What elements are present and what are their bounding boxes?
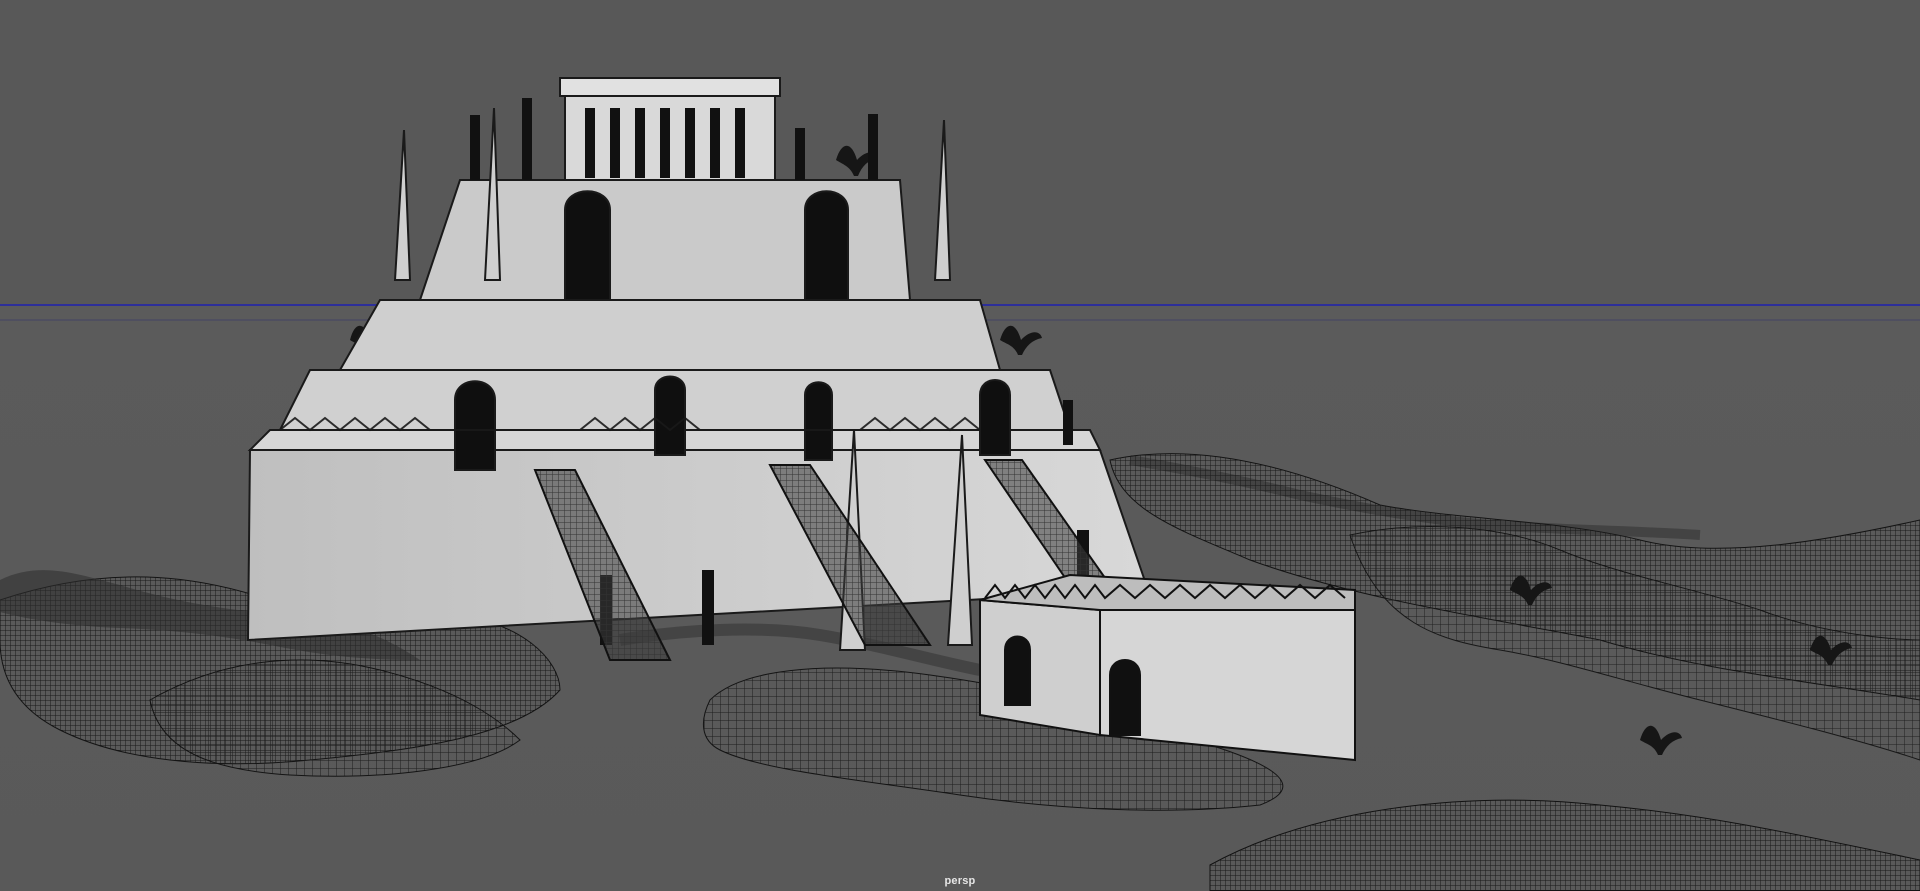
column	[522, 98, 532, 180]
camera-name-label: persp	[944, 875, 976, 887]
column	[795, 128, 805, 180]
palm-tree-icon	[1640, 725, 1682, 755]
scene-render[interactable]	[0, 0, 1920, 891]
palm-tree-icon	[1000, 325, 1042, 355]
gatehouse-arch	[1109, 659, 1141, 736]
obelisk-right	[933, 119, 952, 281]
gatehouse-left-wall[interactable]	[979, 598, 1101, 737]
arch	[654, 375, 686, 456]
column	[702, 570, 714, 645]
arch	[804, 190, 849, 301]
column	[470, 115, 480, 180]
summit-cornice	[559, 77, 781, 97]
obelisk-left	[393, 129, 412, 281]
gatehouse-arch	[1004, 635, 1031, 706]
ziggurat-tier-3[interactable]	[338, 299, 1002, 371]
arch	[454, 380, 496, 471]
ziggurat-temple[interactable]	[246, 77, 1150, 661]
column	[868, 114, 878, 180]
arch	[979, 379, 1011, 456]
column	[1063, 400, 1073, 445]
arch	[804, 381, 833, 461]
maya-perspective-viewport[interactable]: persp	[0, 0, 1920, 891]
arch	[564, 190, 611, 301]
